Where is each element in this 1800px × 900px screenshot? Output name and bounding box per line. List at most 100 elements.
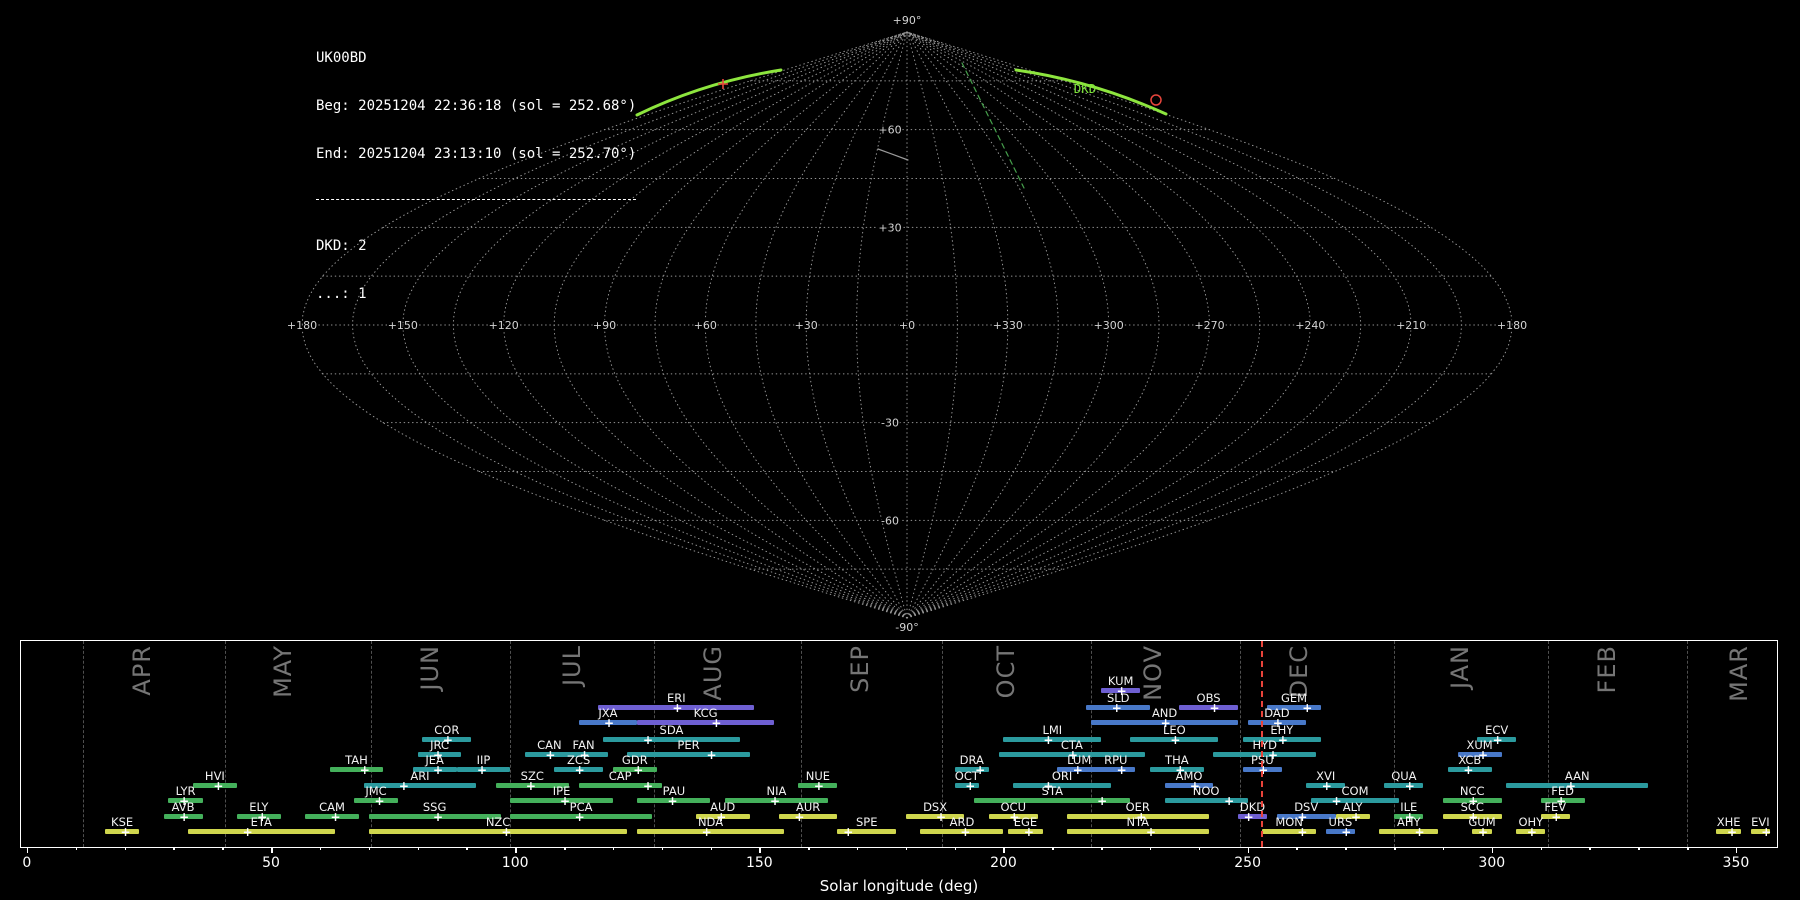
map-shower-label: DKD [1074, 81, 1097, 96]
x-tick [1491, 847, 1494, 853]
peak-marker: + [501, 825, 512, 839]
x-tick [1687, 847, 1689, 850]
app-root: UK00BD Beg: 20251204 22:36:18 (sol = 252… [0, 0, 1800, 900]
x-tick-label: 100 [501, 855, 529, 871]
peak-marker: + [633, 763, 644, 777]
peak-marker: + [716, 810, 727, 824]
x-axis-title: Solar longitude (deg) [819, 877, 979, 895]
lon-label: +330 [993, 319, 1023, 332]
shower-label: NZC [485, 815, 511, 829]
peak-marker: + [1492, 733, 1503, 747]
peak-marker: + [1341, 825, 1352, 839]
peak-marker: + [433, 763, 444, 777]
month-label: JAN [1446, 645, 1475, 690]
peak-marker: + [1023, 825, 1034, 839]
x-tick [271, 847, 273, 853]
x-tick [808, 847, 810, 850]
x-tick [319, 847, 322, 850]
x-tick [905, 847, 908, 850]
peak-marker: + [525, 779, 536, 793]
month-label: AUG [699, 645, 728, 701]
month-label: NOV [1138, 645, 1167, 701]
shower-bar-nzc [368, 829, 628, 834]
month-gridline [1687, 641, 1689, 847]
peak-marker: + [643, 779, 654, 793]
x-tick [661, 847, 664, 850]
peak-marker: + [1160, 716, 1171, 730]
peak-marker: + [711, 716, 722, 730]
peak-marker: + [1351, 810, 1362, 824]
x-tick [1735, 847, 1738, 853]
lon-label: +180 [287, 319, 317, 332]
x-tick [1003, 847, 1005, 853]
shower-label: TAH [345, 753, 368, 767]
peak-marker: + [706, 748, 717, 762]
month-gridline [224, 641, 226, 847]
shower-label: AAN [1564, 769, 1590, 783]
lon-label: +60 [694, 319, 717, 332]
x-tick [1198, 847, 1201, 850]
peak-marker: + [1565, 779, 1576, 793]
peak-marker: + [1272, 716, 1283, 730]
trail-gray [877, 148, 909, 161]
x-tick [564, 847, 566, 850]
x-tick-label: 200 [990, 855, 1017, 871]
peak-marker: + [560, 794, 571, 808]
x-tick [1394, 847, 1396, 850]
shower-label: SDA [659, 723, 684, 737]
meteor-track-1 [635, 68, 783, 117]
peak-marker: + [1189, 779, 1200, 793]
peak-marker: + [1224, 794, 1235, 808]
x-tick [710, 847, 712, 850]
peak-marker: + [960, 825, 971, 839]
peak-marker: + [179, 794, 190, 808]
peak-marker: + [794, 810, 805, 824]
lat-label: -90° [895, 621, 918, 634]
peak-marker: + [813, 779, 824, 793]
peak-marker: + [936, 810, 947, 824]
shower-bar-tah [329, 767, 384, 772]
peak-marker: + [433, 748, 444, 762]
peak-marker: + [1404, 810, 1415, 824]
peak-marker: + [574, 763, 585, 777]
peak-marker: + [1268, 748, 1279, 762]
peak-marker: + [1097, 794, 1108, 808]
x-tick [26, 847, 29, 853]
peak-marker: + [1297, 810, 1308, 824]
peak-marker: + [603, 716, 615, 730]
peak-marker: + [398, 779, 409, 793]
meteor-track-faint [961, 62, 1025, 189]
shower-bar-mon [1262, 829, 1316, 834]
peak-marker: + [179, 810, 190, 824]
peak-marker: + [374, 794, 385, 808]
lon-label: +180 [1497, 319, 1527, 332]
lon-label: +210 [1396, 319, 1426, 332]
x-tick [1296, 847, 1298, 850]
peak-marker: + [1111, 701, 1122, 715]
peak-marker: + [701, 825, 712, 839]
x-tick-label: 150 [745, 855, 773, 871]
peak-marker: + [667, 794, 678, 808]
peak-marker: + [1468, 794, 1479, 808]
peak-marker: + [672, 701, 683, 715]
peak-marker: + [769, 794, 781, 808]
x-tick [1247, 847, 1250, 853]
peak-marker: + [1761, 825, 1772, 839]
peak-marker: + [120, 825, 131, 839]
lat-label: +60 [878, 124, 901, 137]
x-tick [368, 847, 371, 850]
month-gridline [83, 641, 85, 847]
lat-label: +90° [893, 14, 922, 27]
radiant-circle-marker [1150, 94, 1162, 106]
peak-marker: + [1116, 684, 1127, 698]
lon-label: +0 [899, 319, 915, 332]
lon-label: +90 [593, 319, 616, 332]
peak-marker: + [1463, 763, 1474, 777]
month-label: APR [127, 645, 156, 696]
x-tick [612, 847, 615, 850]
peak-marker: + [1331, 794, 1342, 808]
peak-marker: + [1556, 794, 1567, 808]
x-tick [1638, 847, 1640, 850]
lat-label: -60 [881, 514, 899, 527]
peak-marker: + [1302, 701, 1313, 715]
